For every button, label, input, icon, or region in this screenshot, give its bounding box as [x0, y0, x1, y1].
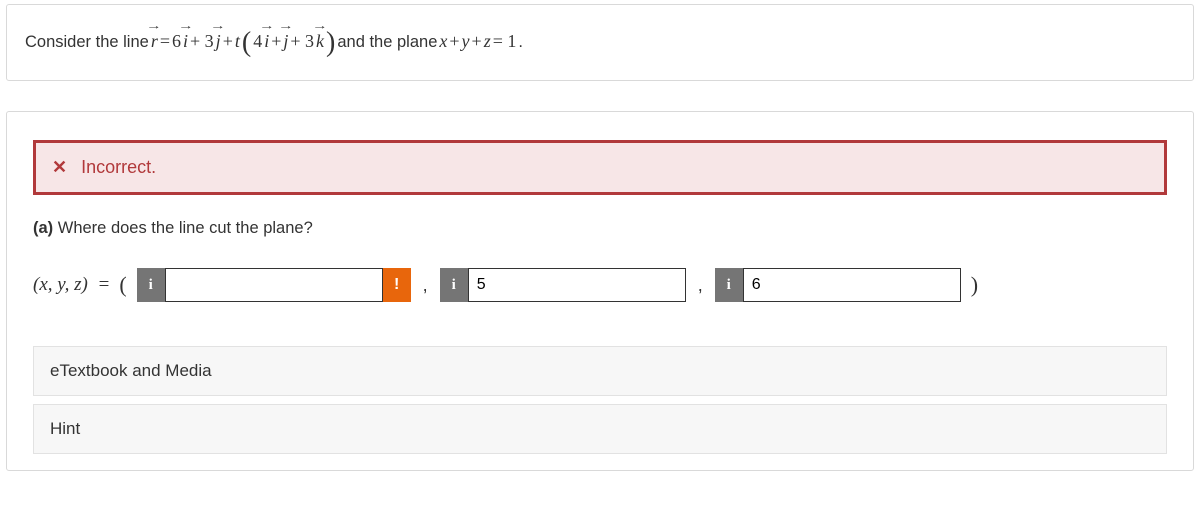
- xyz-label: (x, y, z): [33, 274, 88, 295]
- hint-link[interactable]: Hint: [33, 404, 1167, 454]
- answer-prefix: (x, y, z) =: [33, 274, 109, 296]
- answer-open-paren: (: [119, 272, 126, 298]
- question-text: Consider the line r = 6 i + 3 j + t ( 4 …: [25, 19, 1175, 58]
- feedback-box: ✕ Incorrect.: [33, 140, 1167, 195]
- answer-row: (x, y, z) = ( i ! , i , i ): [33, 268, 1167, 302]
- part-text: Where does the line cut the plane?: [53, 219, 313, 237]
- plane-z: z: [484, 29, 491, 54]
- question-pre: Consider the line: [25, 31, 149, 54]
- info-icon[interactable]: i: [715, 268, 743, 302]
- plus-3k-pre: + 3: [290, 29, 314, 54]
- part-label: (a) Where does the line cut the plane?: [33, 219, 1167, 238]
- plane-x: x: [439, 29, 447, 54]
- answer-input-y[interactable]: [468, 268, 686, 302]
- feedback-label: Incorrect.: [81, 157, 156, 178]
- answer-container: ✕ Incorrect. (a) Where does the line cut…: [6, 111, 1194, 471]
- plane-plus2: +: [472, 29, 482, 54]
- param-t: t: [235, 29, 240, 54]
- input-group-z: i: [715, 268, 961, 302]
- vector-i-2: i: [264, 29, 269, 54]
- input-group-x: i !: [137, 268, 411, 302]
- answer-close-paren: ): [971, 272, 978, 298]
- incorrect-icon: ✕: [52, 157, 67, 178]
- info-icon[interactable]: i: [440, 268, 468, 302]
- period: .: [518, 31, 523, 54]
- rparen: ): [326, 23, 335, 62]
- lparen: (: [242, 23, 251, 62]
- plane-plus1: +: [449, 29, 459, 54]
- vector-r: r: [151, 29, 158, 54]
- etextbook-link[interactable]: eTextbook and Media: [33, 346, 1167, 396]
- answer-input-x[interactable]: [165, 268, 383, 302]
- vector-k: k: [316, 29, 324, 54]
- part-tag: (a): [33, 219, 53, 237]
- plane-y: y: [462, 29, 470, 54]
- warning-icon[interactable]: !: [383, 268, 411, 302]
- answer-input-z[interactable]: [743, 268, 961, 302]
- answer-eq: =: [99, 274, 110, 295]
- question-post: and the plane: [337, 31, 437, 54]
- comma-1: ,: [421, 275, 430, 296]
- question-container: Consider the line r = 6 i + 3 j + t ( 4 …: [6, 4, 1194, 81]
- info-icon[interactable]: i: [137, 268, 165, 302]
- links-area: eTextbook and Media Hint: [33, 346, 1167, 454]
- plane-eq: = 1: [493, 29, 517, 54]
- vector-i-1: i: [183, 29, 188, 54]
- input-group-y: i: [440, 268, 686, 302]
- comma-2: ,: [696, 275, 705, 296]
- vector-j-2: j: [283, 29, 288, 54]
- vector-j-1: j: [216, 29, 221, 54]
- feedback-wrapper: ✕ Incorrect.: [33, 140, 1167, 195]
